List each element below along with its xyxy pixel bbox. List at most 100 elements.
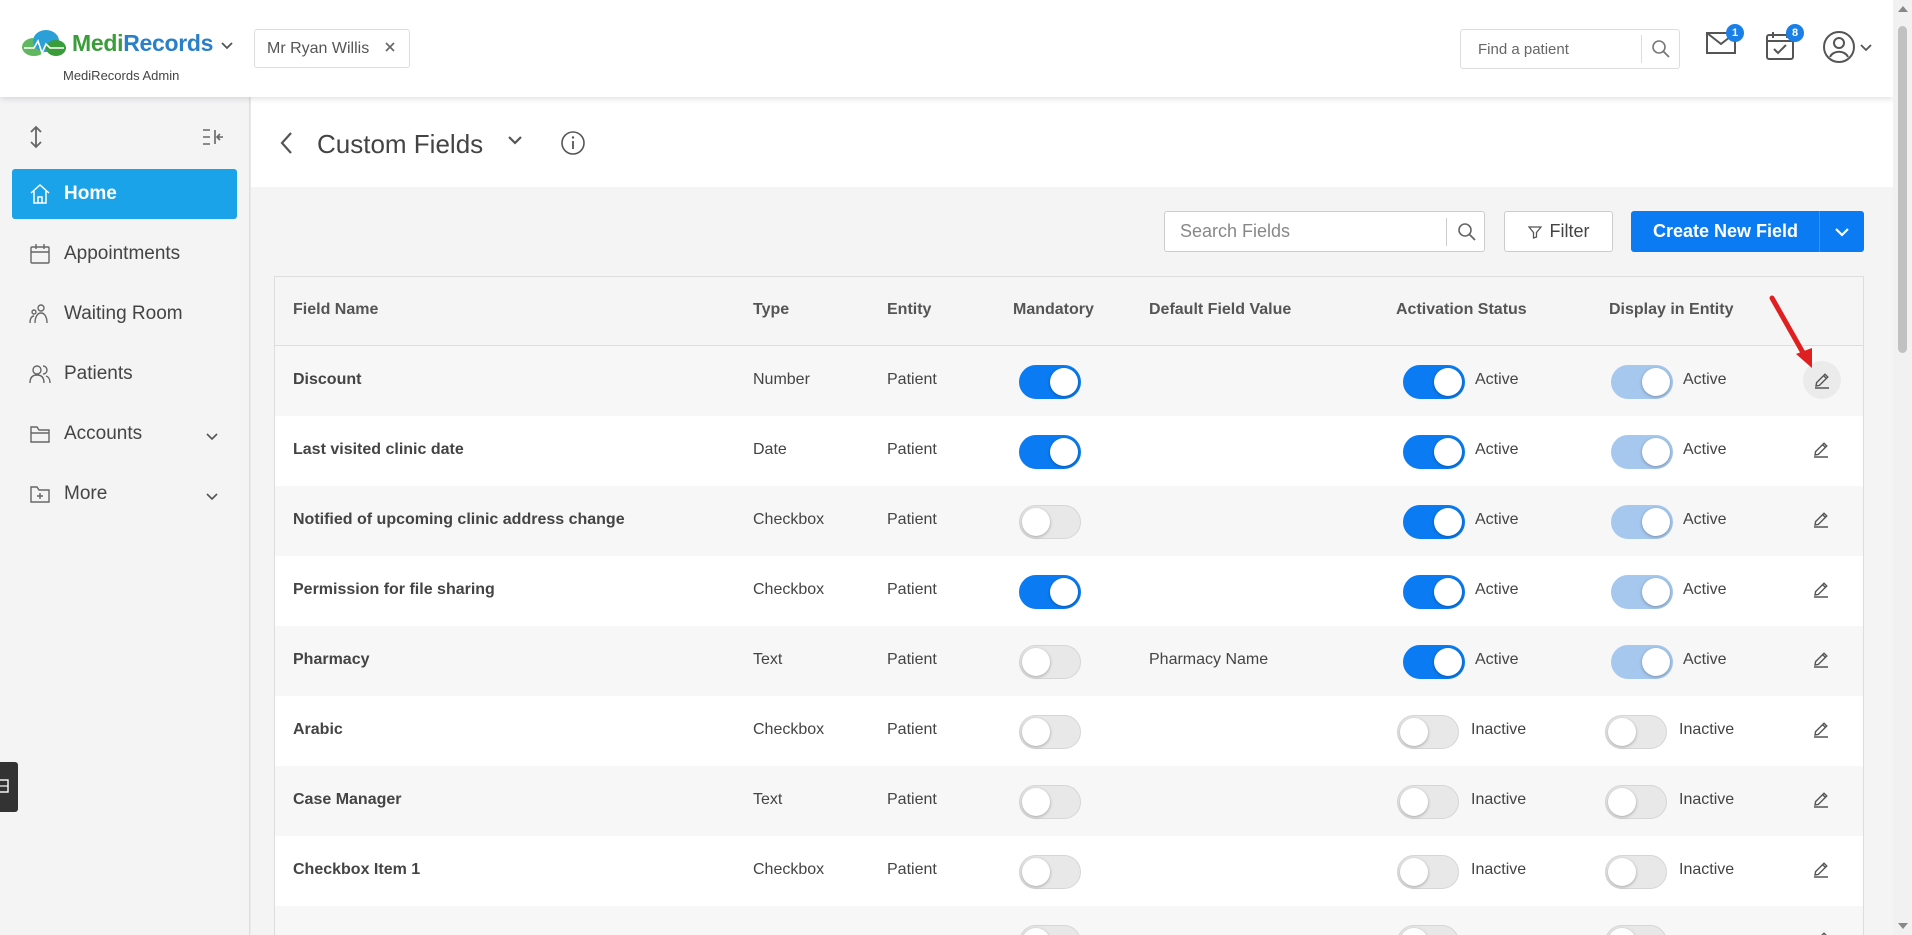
- close-icon[interactable]: [383, 40, 397, 59]
- find-patient-input[interactable]: [1461, 30, 1641, 68]
- side-drawer-tab[interactable]: [0, 762, 18, 812]
- activation-toggle[interactable]: [1403, 645, 1465, 679]
- mandatory-toggle[interactable]: [1019, 365, 1081, 399]
- mandatory-toggle[interactable]: [1019, 715, 1081, 749]
- pencil-icon: [1814, 512, 1828, 528]
- toggle-knob: [1400, 718, 1428, 746]
- display-in-entity-toggle[interactable]: [1605, 925, 1667, 935]
- reorder-arrows-icon[interactable]: [28, 125, 44, 154]
- calendar-button[interactable]: 8: [1764, 24, 1804, 67]
- toggle-knob: [1022, 718, 1050, 746]
- display-in-entity-toggle[interactable]: [1605, 785, 1667, 819]
- column-header[interactable]: Entity: [887, 301, 931, 319]
- activation-toggle[interactable]: [1403, 505, 1465, 539]
- toggle-knob: [1050, 438, 1078, 466]
- sidebar-item-more[interactable]: More: [12, 469, 237, 519]
- chevron-down-icon[interactable]: [220, 38, 234, 56]
- display-in-entity-toggle[interactable]: [1605, 715, 1667, 749]
- search-icon[interactable]: [1651, 39, 1671, 64]
- filter-icon: [1527, 225, 1542, 239]
- edit-button[interactable]: [1812, 860, 1830, 883]
- edit-button[interactable]: [1812, 580, 1830, 603]
- chevron-down-icon[interactable]: [205, 486, 219, 508]
- sidebar-item-accounts[interactable]: Accounts: [12, 409, 237, 459]
- find-patient-search: [1460, 29, 1680, 69]
- page-header: Custom Fields: [251, 97, 1893, 187]
- collapse-sidebar-icon[interactable]: [202, 128, 224, 151]
- scrollbar-thumb[interactable]: [1898, 26, 1907, 353]
- toggle-knob: [1642, 368, 1670, 396]
- sidebar-item-waiting-room[interactable]: Waiting Room: [12, 289, 237, 339]
- column-header[interactable]: Type: [753, 301, 789, 319]
- scroll-up-arrow[interactable]: [1898, 6, 1908, 12]
- activation-toggle[interactable]: [1397, 715, 1459, 749]
- logo-text: MediRecords: [72, 29, 214, 56]
- filter-button[interactable]: Filter: [1504, 211, 1613, 252]
- display-status-label: Active: [1683, 441, 1727, 458]
- activation-toggle[interactable]: [1403, 435, 1465, 469]
- column-header[interactable]: Field Name: [293, 301, 378, 319]
- toggle-knob: [1608, 788, 1636, 816]
- mandatory-toggle[interactable]: [1019, 575, 1081, 609]
- display-in-entity-toggle[interactable]: [1611, 435, 1673, 469]
- entity-cell: Patient: [887, 371, 937, 388]
- column-header[interactable]: Mandatory: [1013, 301, 1094, 319]
- chevron-down-icon[interactable]: [1834, 224, 1850, 245]
- display-in-entity-toggle[interactable]: [1611, 575, 1673, 609]
- back-arrow-icon[interactable]: [279, 131, 295, 160]
- activation-toggle[interactable]: [1403, 365, 1465, 399]
- edit-button[interactable]: [1812, 440, 1830, 463]
- sidebar-item-patients[interactable]: Patients: [12, 349, 237, 399]
- divider: [1819, 211, 1820, 252]
- activation-toggle[interactable]: [1397, 785, 1459, 819]
- edit-button[interactable]: [1812, 650, 1830, 673]
- mandatory-toggle[interactable]: [1019, 505, 1081, 539]
- display-in-entity-toggle[interactable]: [1611, 645, 1673, 679]
- mandatory-toggle[interactable]: [1019, 785, 1081, 819]
- display-status-label: Inactive: [1679, 861, 1735, 878]
- column-header[interactable]: Default Field Value: [1149, 301, 1291, 319]
- column-header[interactable]: Activation Status: [1396, 301, 1527, 319]
- chevron-down-icon[interactable]: [506, 134, 524, 153]
- display-in-entity-toggle[interactable]: [1611, 505, 1673, 539]
- edit-button[interactable]: [1812, 510, 1830, 533]
- activation-toggle[interactable]: [1397, 925, 1459, 935]
- mandatory-toggle[interactable]: [1019, 855, 1081, 889]
- sidebar-item-home[interactable]: Home: [12, 169, 237, 219]
- field-name-cell: Notified of upcoming clinic address chan…: [293, 511, 625, 528]
- table-row: Notified of upcoming clinic address chan…: [275, 486, 1863, 556]
- edit-button[interactable]: [1812, 930, 1830, 935]
- field-name-cell: Permission for file sharing: [293, 581, 495, 598]
- mandatory-toggle[interactable]: [1019, 645, 1081, 679]
- display-status-label: Active: [1683, 581, 1727, 598]
- search-icon[interactable]: [1457, 222, 1477, 247]
- search-fields-input[interactable]: [1165, 212, 1440, 251]
- sidebar-item-appointments[interactable]: Appointments: [12, 229, 237, 279]
- scroll-down-arrow[interactable]: [1898, 923, 1908, 929]
- type-cell: Text: [753, 651, 783, 668]
- table-row: Checkbox Item 1 Checkbox Patient Inactive In…: [275, 836, 1863, 906]
- display-in-entity-toggle[interactable]: [1605, 855, 1667, 889]
- create-new-field-button[interactable]: Create New Field: [1631, 211, 1864, 252]
- mandatory-toggle[interactable]: [1019, 925, 1081, 935]
- pencil-icon: [1814, 792, 1828, 808]
- chevron-down-icon[interactable]: [205, 426, 219, 448]
- user-menu[interactable]: [1823, 31, 1875, 70]
- mail-button[interactable]: 1: [1705, 24, 1744, 61]
- entity-cell: Patient: [887, 651, 937, 668]
- app-logo[interactable]: MediRecords: [20, 28, 213, 58]
- activation-toggle[interactable]: [1397, 855, 1459, 889]
- sidebar-item-label: More: [64, 483, 108, 504]
- table-row: [275, 906, 1863, 935]
- table-row: Case Manager Text Patient Inactive Inactive: [275, 766, 1863, 836]
- activation-toggle[interactable]: [1403, 575, 1465, 609]
- info-icon[interactable]: [560, 130, 586, 161]
- mandatory-toggle[interactable]: [1019, 435, 1081, 469]
- edit-button[interactable]: [1812, 790, 1830, 813]
- patient-chip[interactable]: Mr Ryan Willis: [254, 29, 410, 68]
- edit-button[interactable]: [1812, 720, 1830, 743]
- column-header[interactable]: Display in Entity: [1609, 301, 1733, 319]
- display-in-entity-toggle[interactable]: [1611, 365, 1673, 399]
- page-scrollbar[interactable]: [1893, 0, 1912, 935]
- pencil-icon: [1814, 582, 1828, 598]
